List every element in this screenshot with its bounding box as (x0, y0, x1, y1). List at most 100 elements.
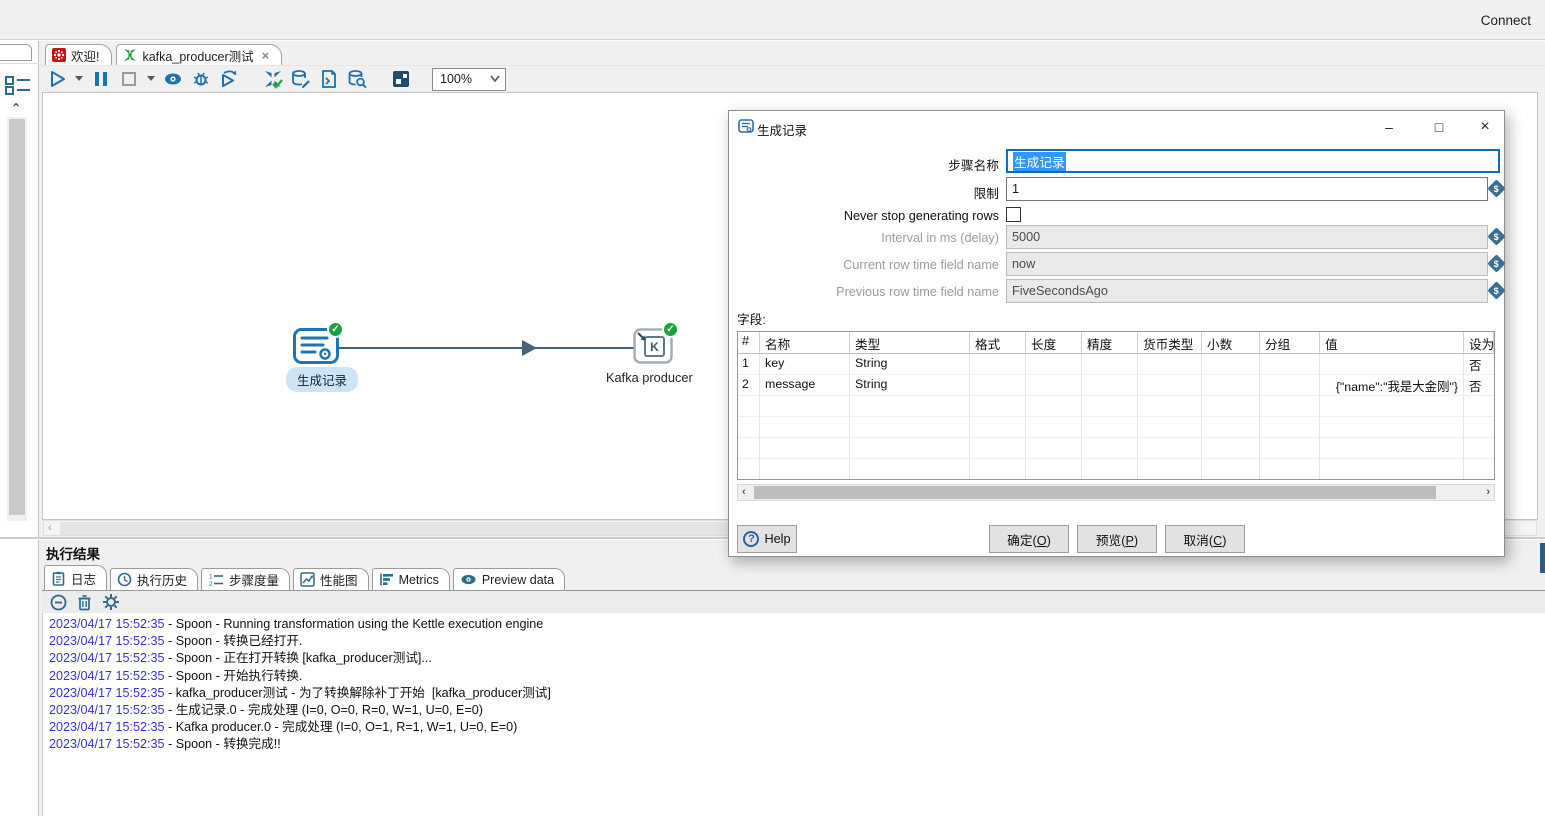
svg-text:K: K (650, 340, 659, 354)
table-horizontal-scrollbar[interactable]: ‹ › (737, 484, 1495, 501)
spoon-window: Connect ⌃ 欢迎! kafka_producer测试 × (0, 0, 1545, 816)
current-row-time-label: Current row time field name (729, 258, 999, 272)
verify-transformation-icon[interactable] (262, 68, 284, 90)
help-icon: ? (743, 531, 759, 547)
panel-maximize-icon[interactable] (1540, 543, 1545, 573)
numbered-list-icon: 12 (208, 572, 224, 587)
table-row[interactable] (738, 396, 1494, 417)
tab-log[interactable]: 日志 (44, 565, 107, 590)
variable-icon[interactable]: $ (1487, 227, 1505, 245)
table-row[interactable] (738, 417, 1494, 438)
limit-input[interactable]: 1 (1006, 177, 1488, 201)
connect-button[interactable]: Connect (1481, 13, 1531, 28)
previous-row-time-input[interactable]: FiveSecondsAgo (1006, 279, 1488, 303)
step-name-input[interactable]: 生成记录 (1006, 149, 1500, 173)
replay-icon[interactable] (218, 68, 240, 90)
table-row[interactable] (738, 438, 1494, 459)
tab-transformation[interactable]: kafka_producer测试 × (116, 44, 282, 65)
log-toolbar (42, 590, 1545, 613)
current-row-time-input[interactable]: now (1006, 252, 1488, 276)
impact-analysis-icon[interactable] (290, 68, 312, 90)
kettle-red-logo-icon (52, 48, 66, 62)
scroll-up-icon[interactable]: ⌃ (11, 101, 21, 115)
get-sql-icon[interactable] (318, 68, 340, 90)
variable-icon[interactable]: $ (1487, 281, 1505, 299)
pause-icon[interactable] (90, 68, 112, 90)
dialog-title: 生成记录 (757, 120, 807, 139)
maximize-icon[interactable]: □ (1424, 115, 1454, 139)
close-icon[interactable]: × (1470, 115, 1500, 139)
run-options-icon[interactable] (74, 68, 84, 90)
tab-execution-history[interactable]: 执行历史 (110, 568, 198, 590)
top-menubar: Connect (0, 0, 1545, 40)
log-output[interactable]: 2023/04/17 15:52:35 - Spoon - Running tr… (42, 613, 1545, 816)
step-generate-rows-label[interactable]: 生成记录 (286, 367, 358, 392)
log-line: 2023/04/17 15:52:35 - Spoon - 转换完成!! (49, 736, 1545, 753)
zoom-value: 100% (433, 72, 485, 86)
tab-transformation-label: kafka_producer测试 (142, 46, 253, 65)
explorer-tab-fragment[interactable] (0, 44, 32, 61)
limit-label: 限制 (729, 183, 999, 202)
scroll-left-icon[interactable]: ‹ (742, 486, 746, 498)
generate-rows-dialog: 生成记录 – □ × 步骤名称 生成记录 限制 1 $ Never stop g… (728, 110, 1505, 557)
step-success-badge: ✓ (662, 321, 679, 338)
step-kafka-producer-label[interactable]: Kafka producer (606, 370, 693, 385)
log-line: 2023/04/17 15:52:35 - 生成记录.0 - 完成处理 (I=0… (49, 702, 1545, 719)
tab-preview-data[interactable]: Preview data (453, 568, 565, 590)
hop-arrow-icon[interactable] (522, 340, 537, 356)
stop-icon[interactable] (118, 68, 140, 90)
delete-log-icon[interactable] (77, 594, 92, 611)
table-row[interactable]: 2 message String {"name":"我是大金刚"} 否 (738, 375, 1494, 396)
editor-tabbar: 欢迎! kafka_producer测试 × (40, 42, 1545, 65)
stop-options-icon[interactable] (146, 68, 156, 90)
run-icon[interactable] (46, 68, 68, 90)
explore-database-icon[interactable] (346, 68, 368, 90)
fields-table-body: 1 key String 否 2 message String (738, 354, 1494, 480)
scroll-right-icon[interactable]: › (1486, 486, 1490, 498)
tab-performance-graph[interactable]: 性能图 (293, 568, 369, 590)
cancel-button[interactable]: 取消(C) (1165, 525, 1245, 553)
log-line: 2023/04/17 15:52:35 - Spoon - 正在打开转换 [ka… (49, 650, 1545, 667)
left-scrollbar[interactable] (7, 117, 27, 521)
debug-icon[interactable] (190, 68, 212, 90)
left-explorer-panel: ⌃ (0, 41, 39, 816)
preview-button[interactable]: 预览(P) (1077, 525, 1157, 553)
dialog-titlebar[interactable]: 生成记录 – □ × (729, 111, 1504, 143)
log-settings-gear-icon[interactable] (102, 593, 120, 611)
eye-icon (460, 572, 477, 587)
tab-welcome[interactable]: 欢迎! (45, 44, 112, 65)
minimize-icon[interactable]: – (1374, 115, 1404, 139)
log-line: 2023/04/17 15:52:35 - Kafka producer.0 -… (49, 719, 1545, 736)
show-results-icon[interactable] (390, 68, 412, 90)
tab-step-metrics[interactable]: 12 步骤度量 (201, 568, 290, 590)
step-success-badge: ✓ (327, 321, 344, 338)
never-stop-checkbox[interactable] (1006, 207, 1021, 222)
interval-input[interactable]: 5000 (1006, 225, 1488, 249)
fields-table[interactable]: # 名称 类型 格式 长度 精度 货币类型 小数 分组 值 设为 1 key S… (737, 331, 1495, 480)
bars-icon (379, 572, 394, 587)
log-line: 2023/04/17 15:52:35 - kafka_producer测试 -… (49, 685, 1545, 702)
step-name-label: 步骤名称 (729, 155, 999, 174)
clear-log-icon[interactable] (50, 594, 67, 611)
svg-text:1: 1 (209, 574, 213, 581)
zoom-select[interactable]: 100% (432, 68, 506, 91)
log-line: 2023/04/17 15:52:35 - Spoon - 转换已经打开. (49, 633, 1545, 650)
table-scrollbar-thumb[interactable] (754, 486, 1436, 499)
preview-eye-icon[interactable] (162, 68, 184, 90)
tab-close-icon[interactable]: × (262, 48, 270, 63)
tab-metrics[interactable]: Metrics (372, 568, 450, 590)
table-row[interactable] (738, 459, 1494, 480)
ok-button[interactable]: 确定(O) (989, 525, 1069, 553)
log-line: 2023/04/17 15:52:35 - Spoon - Running tr… (49, 616, 1545, 633)
view-toggle-icon[interactable] (4, 74, 32, 96)
left-scrollbar-thumb[interactable] (9, 119, 25, 515)
hop-line[interactable] (337, 347, 637, 349)
help-button[interactable]: ? Help (737, 525, 797, 553)
variable-icon[interactable]: $ (1487, 254, 1505, 272)
table-row[interactable]: 1 key String 否 (738, 354, 1494, 375)
scroll-left-icon[interactable]: ‹ (48, 522, 52, 534)
svg-text:2: 2 (209, 581, 213, 587)
variable-icon[interactable]: $ (1487, 179, 1505, 197)
interval-label: Interval in ms (delay) (729, 231, 999, 245)
transformation-toolbar: 100% (40, 65, 1545, 92)
